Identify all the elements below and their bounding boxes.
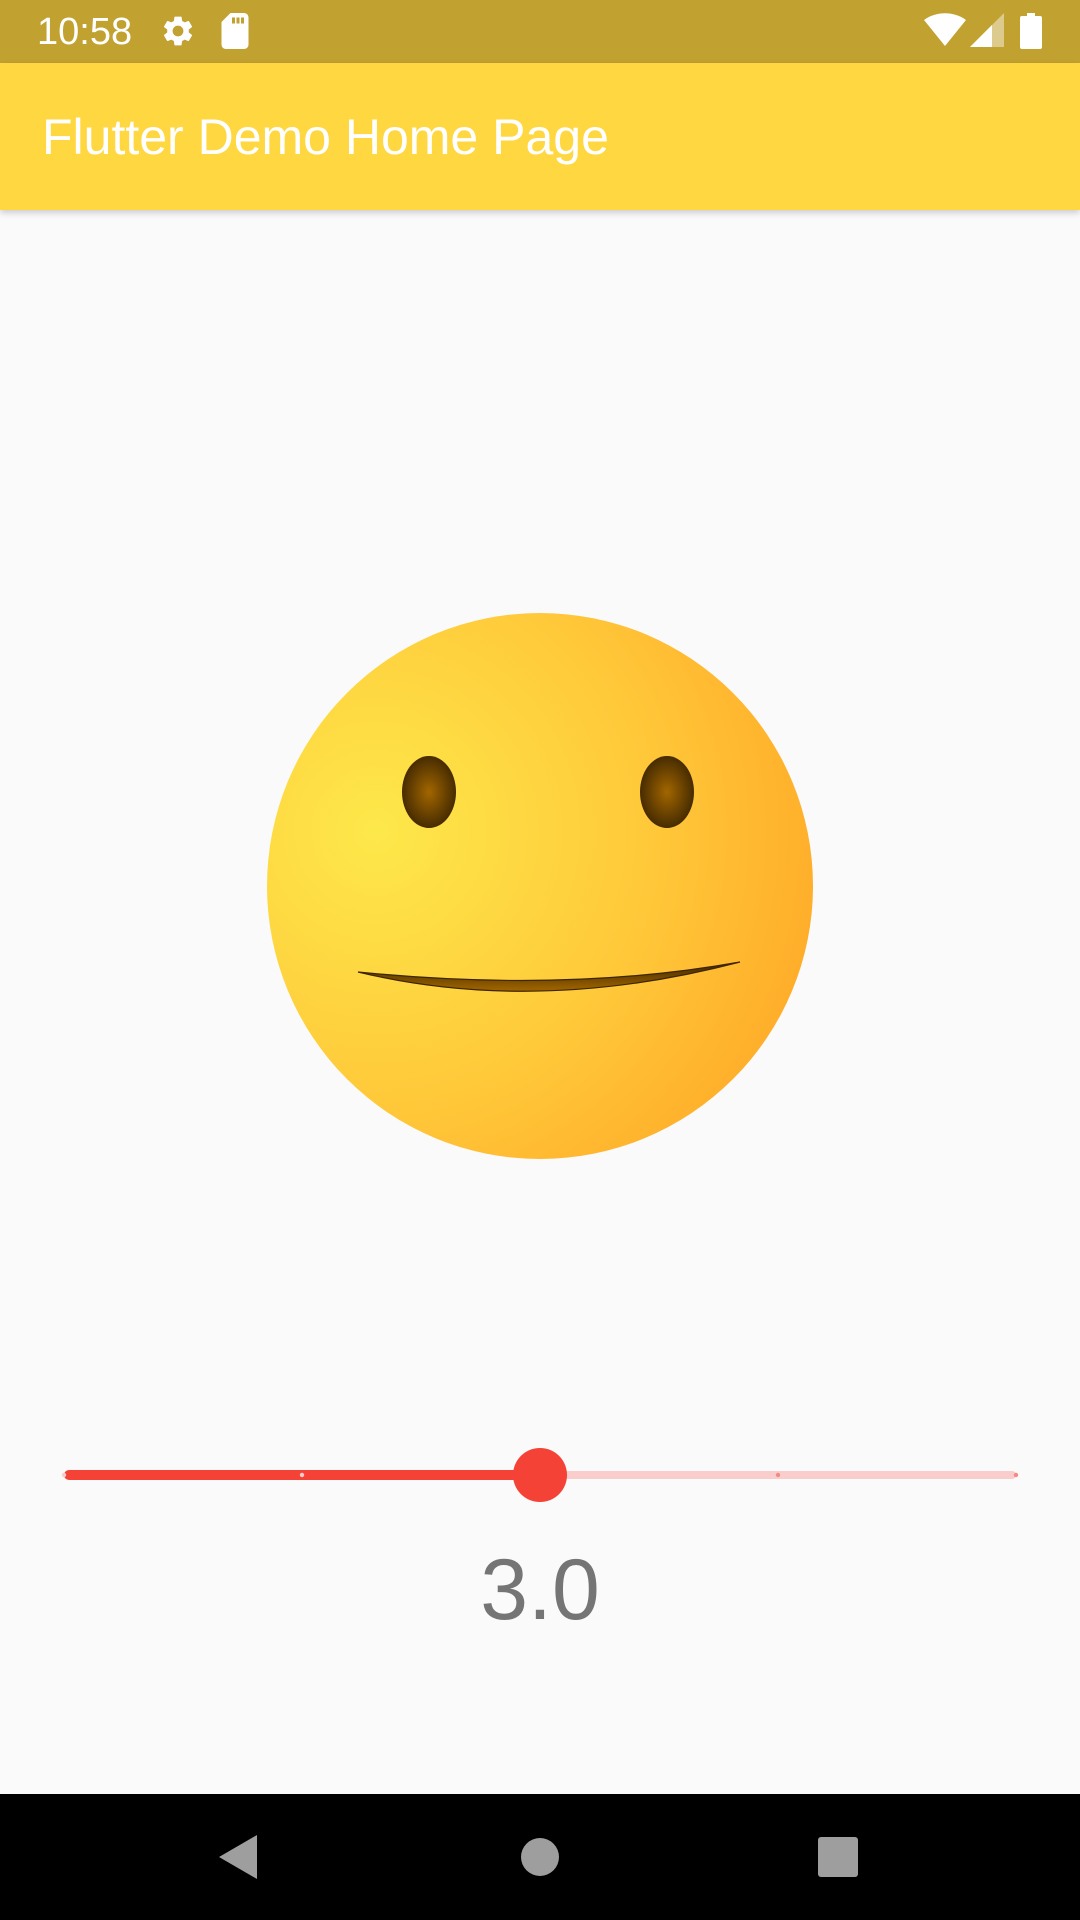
status-time: 10:58: [37, 11, 133, 53]
slider-tick: [1013, 1472, 1019, 1478]
app-bar: Flutter Demo Home Page: [0, 63, 1080, 210]
slider-tick: [61, 1472, 67, 1478]
home-icon[interactable]: [506, 1823, 574, 1891]
sd-card-icon: [221, 13, 249, 49]
value-slider[interactable]: [60, 1445, 1020, 1505]
battery-icon: [1020, 13, 1042, 49]
slider-tick: [299, 1472, 305, 1478]
smiley-face-icon: [267, 613, 813, 1159]
navigation-bar: [0, 1794, 1080, 1920]
right-eye: [640, 756, 694, 828]
left-eye: [402, 756, 456, 828]
page-title: Flutter Demo Home Page: [42, 109, 609, 165]
status-bar: 10:58: [0, 0, 1080, 63]
slider-thumb[interactable]: [513, 1448, 567, 1502]
wifi-icon: [924, 13, 966, 46]
face-circle: [267, 613, 813, 1159]
recents-icon[interactable]: [804, 1823, 872, 1891]
slider-tick: [775, 1472, 781, 1478]
screen: 10:58 Flutter Demo Home Page 3.0: [0, 0, 1080, 1920]
cellular-signal-icon: [970, 13, 1004, 47]
settings-gear-icon: [163, 16, 193, 46]
slider-value-label: 3.0: [480, 1542, 600, 1638]
back-icon[interactable]: [205, 1823, 273, 1891]
